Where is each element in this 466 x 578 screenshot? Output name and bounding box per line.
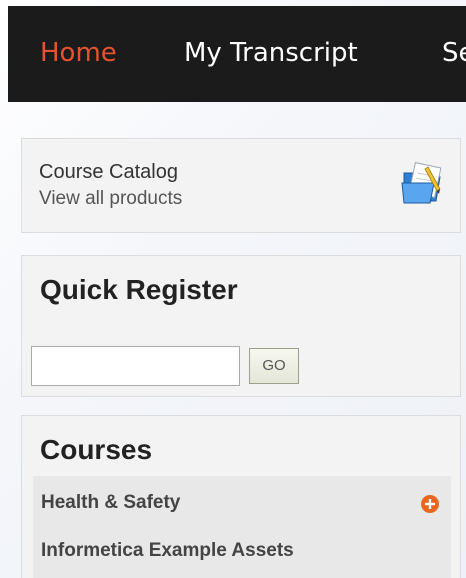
courses-list: Health & Safety Informetica Example Asse… bbox=[33, 476, 451, 578]
quick-register-heading: Quick Register bbox=[40, 274, 238, 305]
nav-item-truncated[interactable]: Se bbox=[442, 6, 466, 102]
nav-item-home[interactable]: Home bbox=[40, 6, 117, 102]
quick-register-panel: Quick Register GO bbox=[21, 255, 461, 397]
courses-heading: Courses bbox=[40, 434, 153, 465]
expand-plus-icon[interactable] bbox=[419, 493, 441, 515]
course-item-health-safety[interactable]: Health & Safety bbox=[41, 492, 180, 514]
courses-panel: Courses Health & Safety Informetica Exam… bbox=[21, 415, 461, 578]
quick-register-input[interactable] bbox=[31, 346, 240, 386]
course-catalog-panel[interactable]: Course Catalog View all products bbox=[21, 138, 461, 233]
nav-item-my-transcript[interactable]: My Transcript bbox=[184, 6, 358, 102]
folder-open-icon[interactable] bbox=[400, 161, 446, 207]
course-catalog-title[interactable]: Course Catalog bbox=[39, 161, 178, 184]
go-button[interactable]: GO bbox=[249, 348, 299, 384]
top-navigation-bar: Home My Transcript Se bbox=[8, 6, 466, 102]
course-item-informetica-example-assets[interactable]: Informetica Example Assets bbox=[41, 540, 294, 562]
view-all-products-link[interactable]: View all products bbox=[39, 188, 182, 210]
